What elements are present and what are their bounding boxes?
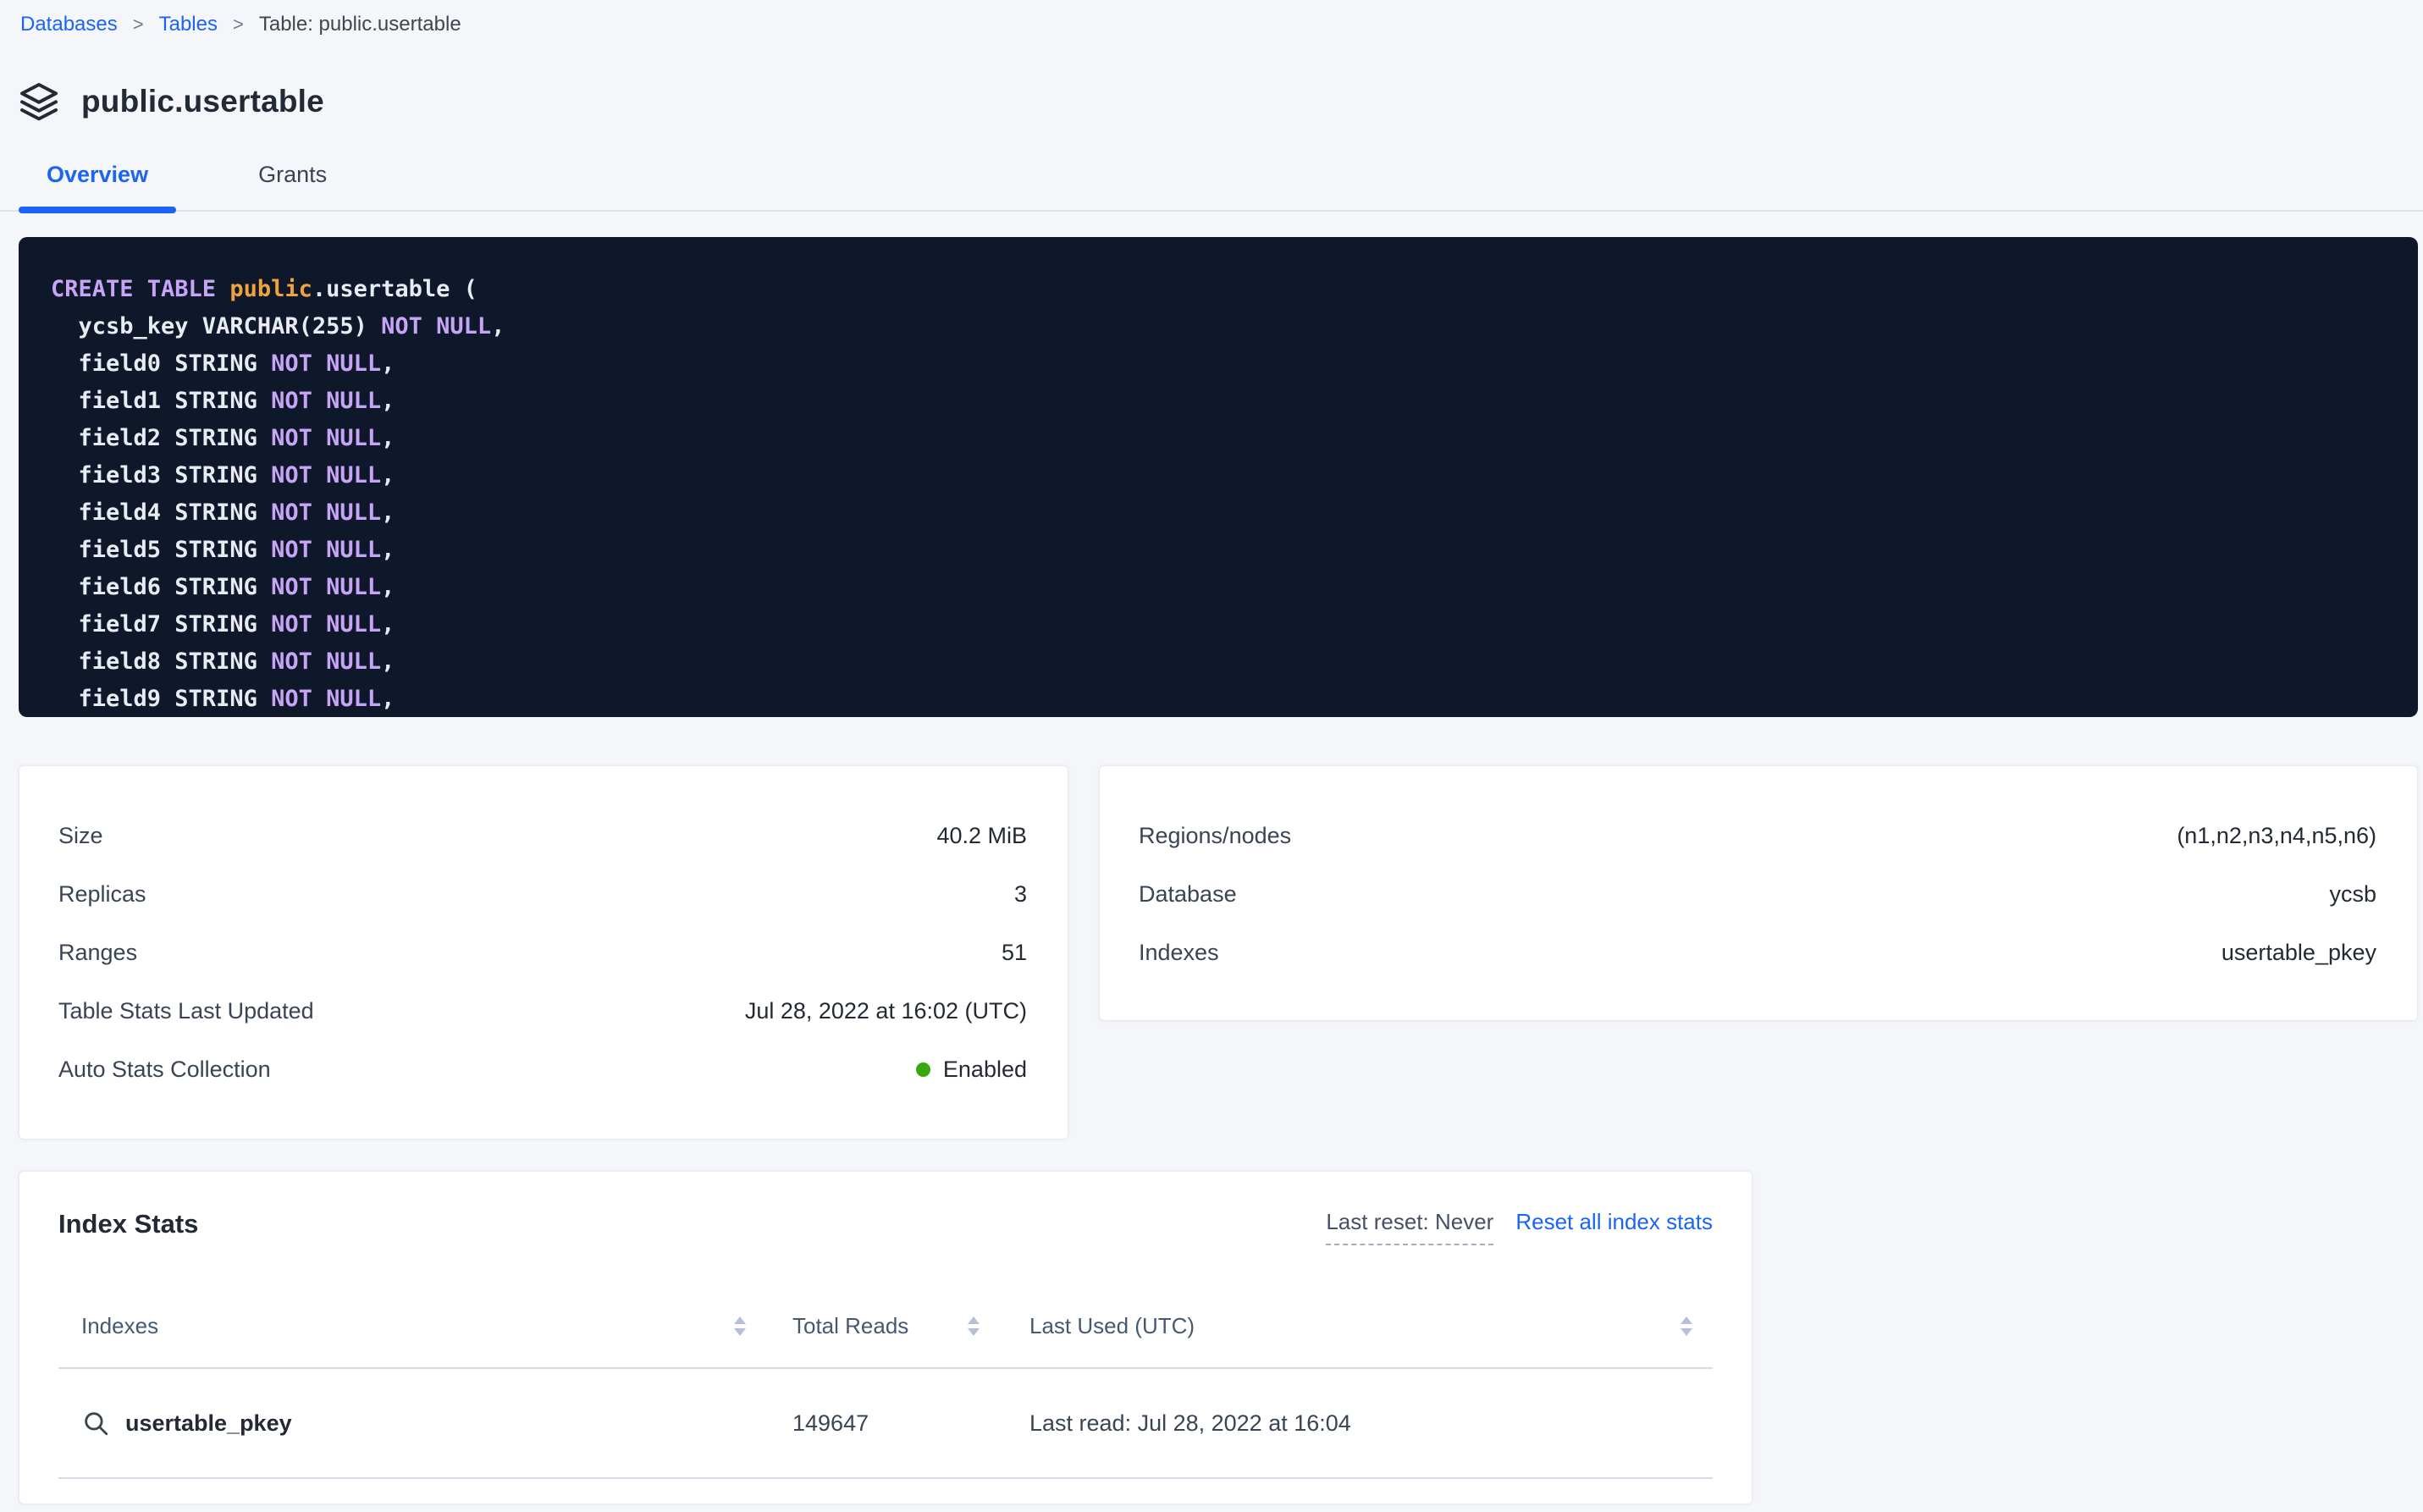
tab-overview[interactable]: Overview xyxy=(19,162,176,210)
sql-code-line: field2 STRING NOT NULL, xyxy=(51,420,2401,457)
page-title: public.usertable xyxy=(81,84,324,119)
last-used-cell: Last read: Jul 28, 2022 at 16:04 xyxy=(998,1410,1713,1437)
table-summary-card: Size 40.2 MiB Replicas 3 Ranges 51 Table Stats… xyxy=(19,765,1068,1140)
sort-arrows-icon[interactable] xyxy=(1681,1316,1692,1336)
breadcrumb-link-databases[interactable]: Databases xyxy=(20,13,118,36)
index-name: usertable_pkey xyxy=(125,1410,292,1437)
breadcrumb: Databases > Tables > Table: public.usert… xyxy=(0,0,2423,37)
last-reset-label[interactable]: Last reset: Never xyxy=(1326,1209,1493,1245)
create-table-sql-box: CREATE TABLE public.usertable ( ycsb_key… xyxy=(19,237,2418,717)
tab-grants-label: Grants xyxy=(258,162,327,187)
summary-row: Ranges 51 xyxy=(58,924,1027,982)
sql-code-line: field5 STRING NOT NULL, xyxy=(51,532,2401,569)
tabbar: Overview Grants xyxy=(0,157,2423,212)
index-stats-card: Index Stats Last reset: Never Reset all … xyxy=(19,1171,1752,1504)
summary-value: Enabled xyxy=(916,1057,1027,1083)
sql-code: CREATE TABLE public.usertable ( ycsb_key… xyxy=(51,271,2401,717)
tab-grants[interactable]: Grants xyxy=(230,162,355,210)
summary-row: Regions/nodes (n1,n2,n3,n4,n5,n6) xyxy=(1139,807,2376,865)
column-header-last-used[interactable]: Last Used (UTC) xyxy=(1029,1313,1195,1339)
layers-icon xyxy=(19,81,59,122)
summary-label: Size xyxy=(58,823,103,849)
sql-code-line: field7 STRING NOT NULL, xyxy=(51,606,2401,643)
status-dot-green xyxy=(916,1062,930,1077)
summary-label: Regions/nodes xyxy=(1139,823,1291,849)
sql-code-line: CREATE TABLE public.usertable ( xyxy=(51,271,2401,308)
summary-row: Auto Stats Collection Enabled xyxy=(58,1040,1027,1099)
summary-row: Table Stats Last Updated Jul 28, 2022 at … xyxy=(58,982,1027,1040)
summary-row: Database ycsb xyxy=(1139,865,2376,924)
sql-code-line: field4 STRING NOT NULL, xyxy=(51,494,2401,532)
summary-label: Auto Stats Collection xyxy=(58,1057,271,1083)
index-stats-table-header: Indexes Total Reads Last Used (UTC) xyxy=(58,1284,1713,1369)
breadcrumb-link-tables[interactable]: Tables xyxy=(159,13,218,36)
tab-overview-label: Overview xyxy=(47,162,148,187)
page-header: public.usertable xyxy=(19,80,2423,124)
summary-value: 40.2 MiB xyxy=(936,823,1027,849)
sql-code-line: field0 STRING NOT NULL, xyxy=(51,345,2401,383)
column-header-indexes[interactable]: Indexes xyxy=(81,1313,158,1339)
search-icon xyxy=(81,1409,110,1438)
sql-code-line: field3 STRING NOT NULL, xyxy=(51,457,2401,494)
chevron-right-icon: > xyxy=(233,14,244,36)
sql-code-line: field6 STRING NOT NULL, xyxy=(51,569,2401,606)
index-stats-table-body: usertable_pkey 149647Last read: Jul 28, 2… xyxy=(58,1369,1713,1479)
index-stats-header: Index Stats Last reset: Never Reset all … xyxy=(58,1209,1713,1245)
summary-value: 3 xyxy=(1014,881,1027,908)
index-name-cell[interactable]: usertable_pkey xyxy=(58,1409,761,1438)
summary-value: ycsb xyxy=(2329,881,2376,908)
summary-label: Database xyxy=(1139,881,1237,908)
column-header-total-reads[interactable]: Total Reads xyxy=(792,1313,908,1339)
index-stats-title: Index Stats xyxy=(58,1209,198,1239)
total-reads-cell: 149647 xyxy=(761,1410,998,1437)
summary-label: Table Stats Last Updated xyxy=(58,998,314,1024)
sort-arrows-icon[interactable] xyxy=(734,1316,746,1336)
database-summary-card: Regions/nodes (n1,n2,n3,n4,n5,n6) Database… xyxy=(1099,765,2418,1021)
index-stats-actions: Last reset: Never Reset all index stats xyxy=(1326,1209,1713,1245)
summary-row: Replicas 3 xyxy=(58,865,1027,924)
summary-row: Size 40.2 MiB xyxy=(58,807,1027,865)
summary-label: Replicas xyxy=(58,881,146,908)
reset-all-index-stats-link[interactable]: Reset all index stats xyxy=(1515,1209,1713,1235)
sql-code-line: ycsb_key VARCHAR(255) NOT NULL, xyxy=(51,308,2401,345)
summary-value: (n1,n2,n3,n4,n5,n6) xyxy=(2177,823,2376,849)
summary-value: 51 xyxy=(1002,940,1027,966)
summary-cards-row: Size 40.2 MiB Replicas 3 Ranges 51 Table Stats… xyxy=(19,765,2418,1140)
summary-row: Indexes usertable_pkey xyxy=(1139,924,2376,982)
summary-value: usertable_pkey xyxy=(2222,940,2376,966)
active-tab-underline xyxy=(19,207,176,213)
summary-label: Indexes xyxy=(1139,940,1219,966)
sort-arrows-icon[interactable] xyxy=(968,1316,980,1336)
breadcrumb-current: Table: public.usertable xyxy=(259,13,461,36)
sql-code-line: field1 STRING NOT NULL, xyxy=(51,383,2401,420)
sql-code-line: field8 STRING NOT NULL, xyxy=(51,643,2401,681)
summary-value: Jul 28, 2022 at 16:02 (UTC) xyxy=(745,998,1027,1024)
table-row: usertable_pkey 149647Last read: Jul 28, 2… xyxy=(58,1369,1713,1479)
summary-label: Ranges xyxy=(58,940,137,966)
sql-code-line: field9 STRING NOT NULL, xyxy=(51,681,2401,717)
chevron-right-icon: > xyxy=(133,14,144,36)
